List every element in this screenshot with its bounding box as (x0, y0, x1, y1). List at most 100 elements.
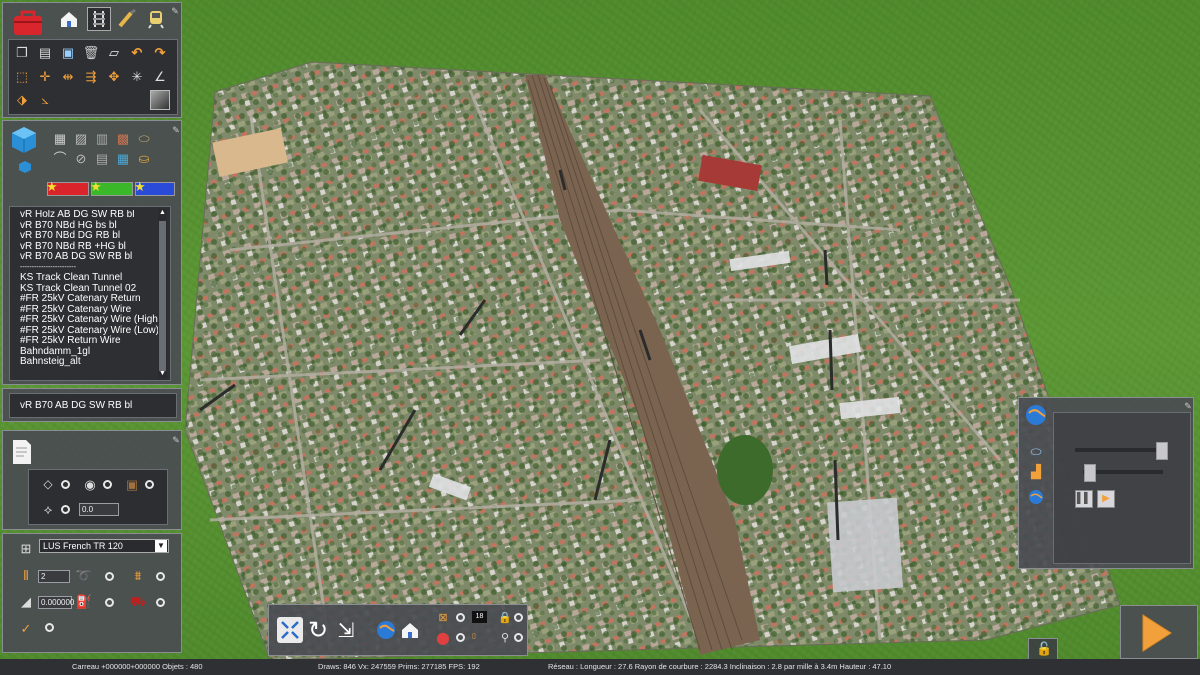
camera-toggle-icon[interactable]: ⬭ (1027, 442, 1045, 460)
fullscreen-icon[interactable] (277, 617, 303, 643)
box-radio[interactable] (145, 480, 154, 489)
speed-slider-handle[interactable] (1156, 442, 1168, 460)
small-cube-icon[interactable] (17, 159, 33, 175)
view-panel: ✎ ⬭ ▟ ▌▌ ▶ (1018, 397, 1194, 569)
marker-value: ▯ (472, 633, 476, 640)
rails-radio[interactable] (156, 572, 165, 581)
list-scrollbar[interactable]: ▲ ▼ (158, 209, 167, 378)
pause-button[interactable]: ▌▌ (1075, 490, 1093, 508)
color-swatch[interactable] (150, 90, 170, 110)
split-icon[interactable]: ⇹ (59, 67, 77, 85)
marker-radio[interactable] (456, 633, 465, 642)
flat-radio[interactable] (61, 480, 70, 489)
paintbrush-icon[interactable] (116, 8, 138, 30)
home-view-icon[interactable] (397, 617, 423, 643)
ruler-icon[interactable]: ⬗ (13, 90, 31, 108)
pin-icon[interactable]: ✎ (1183, 401, 1193, 411)
undo-icon[interactable]: ↶ (128, 43, 146, 61)
document-icon[interactable] (9, 437, 35, 467)
redo-icon[interactable]: ↷ (151, 43, 169, 61)
list-item[interactable]: #FR 25kV Return Wire (20, 335, 160, 347)
pin-icon[interactable]: ✎ (171, 435, 181, 445)
grid-radio[interactable] (456, 613, 465, 622)
scroll-up-icon[interactable]: ▲ (158, 209, 167, 217)
sphere-radio[interactable] (103, 480, 112, 489)
align-icon[interactable]: ✳ (128, 67, 146, 85)
stick-radio[interactable] (45, 623, 54, 632)
stone-icon[interactable]: ⬭ (135, 129, 153, 147)
green-filter-button[interactable]: ★ (90, 179, 133, 196)
brick-icon[interactable]: ▩ (114, 129, 132, 147)
list-item[interactable]: vR Holz AB DG SW RB bl (20, 210, 160, 221)
zoom-slider-handle[interactable] (1084, 464, 1096, 482)
selected-object-panel: vR B70 AB DG SW RB bl (2, 388, 182, 422)
track-count-input[interactable]: 2 (38, 570, 70, 583)
list-item[interactable]: KS Track Clean Tunnel (20, 272, 160, 284)
gradient-icon: ◢ (21, 593, 31, 609)
move-icon[interactable]: ✛ (36, 67, 54, 85)
globe-view-icon[interactable] (373, 617, 399, 643)
world-icon[interactable] (1027, 488, 1045, 506)
scroll-thumb[interactable] (159, 221, 166, 371)
unlock-icon: ⚲ (500, 631, 510, 644)
globe-icon[interactable] (1023, 402, 1049, 428)
list-item[interactable]: vR B70 NBd DG RB bl (20, 230, 160, 242)
pin-icon[interactable]: ✎ (170, 6, 180, 16)
house-icon[interactable] (58, 8, 80, 30)
properties-panel: ✎ ◇ ◉ ▣ ⟡ 0.0 (2, 430, 182, 530)
rail-icon[interactable] (87, 7, 111, 31)
rails-icon: ⩩ (134, 567, 142, 583)
bumper-radio[interactable] (105, 598, 114, 607)
lock-radio[interactable] (514, 613, 523, 622)
spiral-radio[interactable] (105, 572, 114, 581)
chevron-down-icon[interactable]: ▼ (155, 540, 167, 552)
shrink-icon[interactable]: ⇲ (333, 617, 359, 643)
padlock-icon: 🔓 (1036, 641, 1053, 656)
list-item[interactable]: Bahnsteig_alt (20, 356, 160, 368)
track-piece-icon[interactable]: ▦ (51, 129, 69, 147)
rotate-icon[interactable]: ✥ (105, 67, 123, 85)
road-icon[interactable]: ▤ (93, 149, 111, 167)
copy-icon[interactable]: ❐ (13, 43, 31, 61)
bag-icon[interactable]: ⛀ (135, 149, 153, 167)
unlock-button[interactable]: 🔓 (1028, 638, 1058, 660)
scroll-down-icon[interactable]: ▼ (158, 370, 167, 378)
play-button[interactable] (1137, 612, 1177, 654)
signal-radio[interactable] (156, 598, 165, 607)
rotate-view-icon[interactable]: ↻ (305, 617, 331, 644)
toolbox-icon[interactable] (11, 6, 45, 38)
eraser-icon[interactable]: ▱ (105, 43, 123, 61)
paste-icon[interactable]: ▤ (36, 43, 54, 61)
track-curve-icon[interactable]: ▨ (72, 129, 90, 147)
cube-icon[interactable] (9, 125, 39, 155)
list-item[interactable]: vR B70 AB DG SW RB bl (20, 251, 160, 263)
grid-size-value[interactable]: 18 (472, 611, 487, 623)
status-draws: Draws: 846 Vx: 247559 Prims: 277185 FPS:… (318, 662, 480, 671)
chart-icon[interactable]: ▟ (1027, 462, 1045, 480)
track-type-select[interactable]: LUS French TR 120 ▼ (39, 539, 169, 553)
delete-icon[interactable]: 🗑 (82, 43, 100, 61)
join-icon[interactable]: ⇶ (82, 67, 100, 85)
gradient-input[interactable]: 0.000000 (38, 596, 74, 609)
select-box-icon[interactable]: ⬚ (13, 67, 31, 85)
list-item[interactable]: #FR 25kV Catenary Wire (High) (20, 314, 160, 326)
sphere-icon: ◉ (84, 476, 96, 492)
unlock-radio[interactable] (514, 633, 523, 642)
blue-filter-button[interactable]: ★ (134, 179, 175, 196)
red-filter-button[interactable]: ★ (46, 179, 89, 196)
bridge-icon[interactable]: ⌒ (51, 149, 69, 167)
height-radio[interactable] (61, 505, 70, 514)
monitor-icon[interactable]: ▣ (59, 43, 77, 61)
list-item[interactable]: #FR 25kV Catenary Return (20, 293, 160, 305)
pipe-icon[interactable]: ⊘ (72, 149, 90, 167)
rail-bundle-icon[interactable]: ▥ (93, 129, 111, 147)
speed-slider[interactable] (1075, 448, 1167, 452)
play-small-button[interactable]: ▶ (1097, 490, 1115, 508)
angle-icon[interactable]: ∠ (151, 67, 169, 85)
height-input[interactable]: 0.0 (79, 503, 119, 516)
measure-icon[interactable]: ⦣ (36, 90, 54, 108)
water-icon[interactable]: ▦ (114, 149, 132, 167)
train-icon[interactable] (145, 8, 167, 30)
object-list-items: vR Holz AB DG SW RB bl vR B70 NBd HG bs … (20, 210, 160, 378)
pin-icon[interactable]: ✎ (171, 125, 181, 135)
